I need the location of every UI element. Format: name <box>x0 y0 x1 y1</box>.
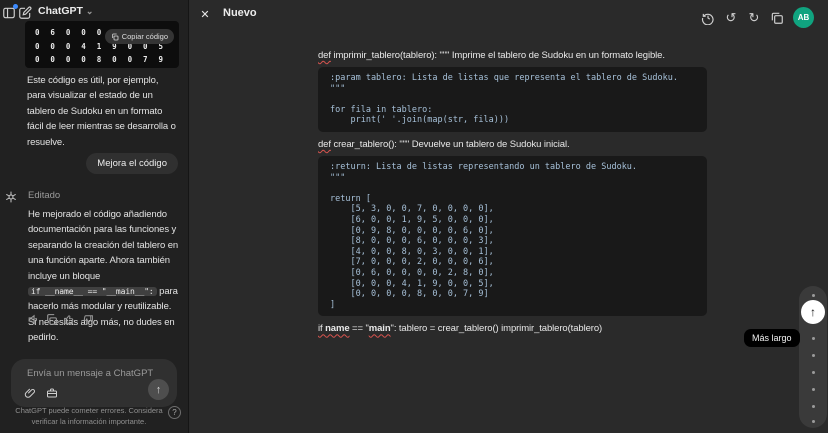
close-canvas-button[interactable]: ✕ <box>198 7 212 21</box>
code-line: """ <box>330 84 695 95</box>
version-history-icon[interactable] <box>701 11 715 25</box>
doc-line-1: def imprimir_tablero(tablero): """ Impri… <box>318 50 707 61</box>
sidebar-toggle-icon[interactable] <box>2 6 16 20</box>
chat-code-block: 0 6 0 0 0 0 2 8 00 0 0 4 1 9 0 0 50 0 0 … <box>25 21 179 68</box>
doc-line-3: if name == "main": tablero = crear_table… <box>318 323 707 334</box>
redo-icon[interactable]: ↻ <box>747 11 761 25</box>
inline-code-chip: if __name__ == "__main__": <box>28 287 157 296</box>
code-line <box>330 94 695 105</box>
copy-message-icon[interactable] <box>45 313 58 326</box>
send-button[interactable]: ↑ <box>148 379 169 400</box>
code-line <box>330 183 695 194</box>
code-line: [0, 6, 0, 0, 0, 0, 2, 8, 0], <box>330 268 695 279</box>
message-composer[interactable]: Envía un mensaje a ChatGPT ↑ <box>11 359 177 407</box>
slider-dot <box>812 420 815 423</box>
arrow-up-icon: ↑ <box>810 305 816 319</box>
code-line: """ <box>330 173 695 184</box>
canvas-title: Nuevo <box>223 7 257 19</box>
doc-line-1-text: imprimir_tablero(tablero): """ Imprime e… <box>331 50 665 61</box>
undo-icon[interactable]: ↺ <box>724 11 738 25</box>
slider-handle[interactable]: ↑ <box>801 300 825 324</box>
disclaimer-text: ChatGPT puede cometer errores. Considera… <box>9 405 169 427</box>
message-actions <box>27 313 94 326</box>
code-line: [0, 0, 0, 0, 8, 0, 0, 7, 9] <box>330 289 695 300</box>
attach-icon[interactable] <box>24 387 36 399</box>
composer-placeholder: Envía un mensaje a ChatGPT <box>27 368 153 379</box>
code-line: :return: Lista de listas representando u… <box>330 162 695 173</box>
document-editor[interactable]: def imprimir_tablero(tablero): """ Impri… <box>318 50 707 334</box>
code-line: [6, 0, 0, 1, 9, 5, 0, 0, 0], <box>330 215 695 226</box>
canvas-toolbar: ↺ ↻ AB <box>701 7 814 28</box>
thumbs-down-icon[interactable] <box>81 313 94 326</box>
chevron-down-icon: ⌄ <box>86 6 94 17</box>
code-line: for fila in tablero: <box>330 105 695 116</box>
name-token: name <box>325 323 349 334</box>
edited-status: Editado <box>28 190 60 201</box>
code-line: ] <box>330 300 695 311</box>
def-keyword: def <box>318 139 331 150</box>
main-token: main <box>369 323 391 334</box>
doc-line-3-text: ": tablero = crear_tablero() imprimir_ta… <box>391 323 603 334</box>
canvas-panel: ✕ Nuevo ↺ ↻ AB def imprimir_tablero(tabl… <box>189 0 828 433</box>
user-message-bubble: Mejora el código <box>86 153 178 174</box>
avatar[interactable]: AB <box>793 7 814 28</box>
slider-dot <box>812 354 815 357</box>
copy-icon <box>111 33 119 41</box>
new-chat-icon[interactable] <box>18 6 32 20</box>
help-button[interactable]: ? <box>168 406 181 419</box>
slider-dot <box>812 388 815 391</box>
model-selector[interactable]: ChatGPT ⌄ <box>38 5 93 17</box>
code-line: [8, 0, 0, 0, 6, 0, 0, 0, 3], <box>330 236 695 247</box>
code-block-crear: :return: Lista de listas representando u… <box>318 156 707 316</box>
thumbs-up-icon[interactable] <box>63 313 76 326</box>
code-line: [4, 0, 0, 8, 0, 3, 0, 0, 1], <box>330 247 695 258</box>
copy-code-label: Copiar código <box>122 32 168 41</box>
code-line: [0, 9, 8, 0, 0, 0, 0, 6, 0], <box>330 226 695 237</box>
code-block-imprimir: :param tablero: Lista de listas que repr… <box>318 67 707 132</box>
slider-dot <box>812 405 815 408</box>
def-keyword: def <box>318 50 331 61</box>
code-line: [5, 3, 0, 0, 7, 0, 0, 0, 0], <box>330 204 695 215</box>
code-line: [7, 0, 0, 0, 2, 0, 0, 0, 6], <box>330 257 695 268</box>
code-line: return [ <box>330 194 695 205</box>
model-name: ChatGPT <box>38 5 83 17</box>
code-line: 0 0 0 0 8 0 0 7 9 <box>35 53 166 67</box>
assistant-paragraph: Este código es útil, por ejemplo, para v… <box>27 73 178 150</box>
length-slider[interactable]: ↑ <box>799 286 827 428</box>
copy-code-button[interactable]: Copiar código <box>105 29 174 44</box>
openai-logo-icon <box>4 190 18 204</box>
slider-dot <box>812 371 815 374</box>
slider-dot <box>812 337 815 340</box>
chat-sidebar: ChatGPT ⌄ 0 6 0 0 0 0 2 8 00 0 0 4 1 9 0… <box>0 0 188 433</box>
slider-dot <box>812 294 815 297</box>
read-aloud-icon[interactable] <box>27 313 40 326</box>
code-line: [0, 0, 0, 4, 1, 9, 0, 0, 5], <box>330 279 695 290</box>
tooltip-arrow <box>792 334 797 342</box>
doc-line-2-text: crear_tablero(): """ Devuelve un tablero… <box>331 139 570 150</box>
send-arrow-icon: ↑ <box>156 384 162 396</box>
code-line: print(' '.join(map(str, fila))) <box>330 115 695 126</box>
equals-token: == " <box>350 323 369 334</box>
copy-document-icon[interactable] <box>770 11 784 25</box>
doc-line-2: def crear_tablero(): """ Devuelve un tab… <box>318 139 707 150</box>
code-line: :param tablero: Lista de listas que repr… <box>330 73 695 84</box>
tools-icon[interactable] <box>46 387 58 399</box>
response-text-before: He mejorado el código añadiendo document… <box>28 209 178 282</box>
